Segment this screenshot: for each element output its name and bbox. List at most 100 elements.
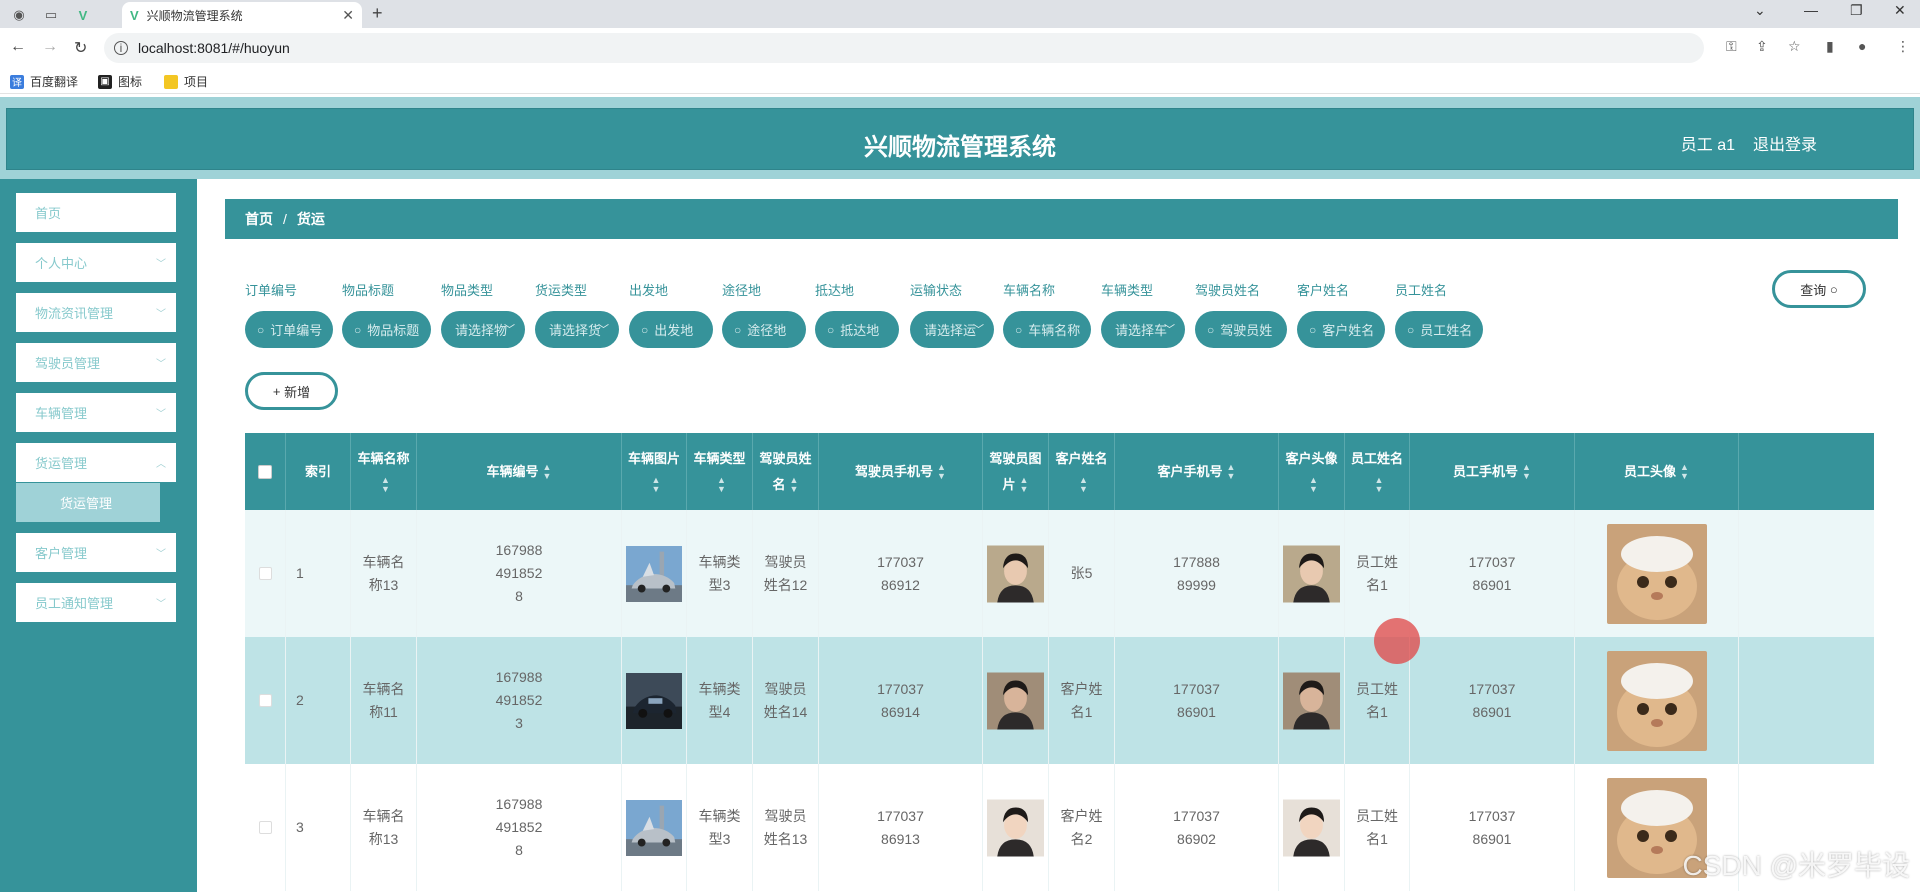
column-header[interactable]: 客户头像 ▲ ▼ — [1279, 433, 1345, 510]
sidebar-item-freight[interactable]: 货运管理 ︿ — [16, 443, 176, 482]
sidebar-subitem-freight[interactable]: 货运管理 — [16, 483, 160, 522]
filter-select[interactable]: 请选择运 ﹀ — [910, 311, 994, 348]
key-icon[interactable]: ⚿ — [1726, 38, 1737, 55]
column-header[interactable]: 车辆图片 ▲ ▼ — [622, 433, 687, 510]
sort-icon[interactable]: ▲ ▼ — [1680, 463, 1689, 481]
sort-icon[interactable]: ▲ ▼ — [1227, 463, 1236, 481]
column-header[interactable]: 车辆名称 ▲ ▼ — [351, 433, 417, 510]
globe-icon[interactable]: ◉ — [4, 4, 34, 26]
thumbnail-image[interactable] — [1283, 524, 1340, 624]
table-row[interactable]: 2 车辆名称11 1679884918523 车辆类型4 驾驶员姓名14 17703786… — [245, 637, 1874, 764]
column-header[interactable]: 驾驶员手机号 ▲ ▼ — [819, 433, 983, 510]
filter-input[interactable]: ○ 驾驶员姓 — [1195, 311, 1287, 348]
sort-icon[interactable]: ▲ ▼ — [381, 476, 390, 494]
share-icon[interactable]: ⇪ — [1756, 38, 1768, 55]
breadcrumb-home[interactable]: 首页 — [245, 209, 273, 229]
filter-input[interactable]: ○ 车辆名称 — [1003, 311, 1091, 348]
column-header[interactable]: 车辆类型 ▲ ▼ — [687, 433, 753, 510]
bookmark-item[interactable]: ▣ 图标 — [98, 73, 142, 90]
bookmark-item[interactable]: 译 百度翻译 — [10, 73, 78, 90]
sort-icon[interactable]: ▲ ▼ — [1079, 476, 1088, 494]
column-header[interactable]: 客户手机号 ▲ ▼ — [1115, 433, 1279, 510]
info-icon[interactable]: i — [114, 41, 128, 55]
sidebar-item-customers[interactable]: 客户管理 ﹀ — [16, 533, 176, 572]
logout-button[interactable]: 退出登录 — [1753, 131, 1817, 155]
select-all-checkbox[interactable] — [258, 464, 272, 479]
column-header[interactable]: 驾驶员姓名 ▲ ▼ — [753, 433, 819, 510]
sort-icon[interactable]: ▲ ▼ — [1375, 476, 1384, 494]
sort-icon[interactable]: ▲ ▼ — [790, 476, 799, 494]
window-close-icon[interactable]: ✕ — [1894, 2, 1906, 19]
sidepanel-icon[interactable]: ▮ — [1826, 38, 1834, 55]
column-header[interactable]: 客户姓名 ▲ ▼ — [1049, 433, 1115, 510]
sort-icon[interactable]: ▲ ▼ — [1309, 476, 1318, 494]
sidebar-item-home[interactable]: 首页 — [16, 193, 176, 232]
minimize-icon[interactable]: — — [1804, 2, 1818, 18]
star-icon[interactable]: ☆ — [1788, 38, 1801, 55]
sidebar-item-staff-notices[interactable]: 员工通知管理 ﹀ — [16, 583, 176, 622]
sort-icon[interactable]: ▲ ▼ — [717, 476, 726, 494]
column-header[interactable]: 索引 — [286, 433, 351, 510]
filter-input[interactable]: ○ 订单编号 — [245, 311, 333, 348]
sidebar-item-drivers[interactable]: 驾驶员管理 ﹀ — [16, 343, 176, 382]
thumbnail-image[interactable] — [1606, 650, 1707, 751]
filter-input[interactable]: ○ 出发地 — [629, 311, 713, 348]
menu-icon[interactable]: ⋮ — [1896, 38, 1910, 55]
thumbnail-image[interactable] — [1283, 651, 1340, 751]
profile-icon[interactable]: ● — [1858, 38, 1866, 54]
filter-select[interactable]: 请选择车 ﹀ — [1101, 311, 1185, 348]
vue-logo-icon: V — [130, 7, 139, 23]
thumbnail-image[interactable] — [987, 651, 1044, 751]
table-cell: 17703786914 — [819, 637, 983, 764]
filter-input[interactable]: ○ 物品标题 — [342, 311, 431, 348]
sort-icon[interactable]: ▲ ▼ — [1020, 476, 1029, 494]
filter-input[interactable]: ○ 抵达地 — [815, 311, 899, 348]
sort-icon[interactable]: ▲ ▼ — [937, 463, 946, 481]
column-header[interactable]: 员工手机号 ▲ ▼ — [1410, 433, 1575, 510]
sort-icon[interactable]: ▲ ▼ — [652, 476, 661, 494]
reload-icon[interactable]: ↻ — [74, 38, 87, 58]
query-button[interactable]: 查询 ○ — [1772, 270, 1866, 308]
filter-input[interactable]: ○ 员工姓名 — [1395, 311, 1483, 348]
thumbnail-image[interactable] — [1283, 778, 1340, 878]
thumbnail-image[interactable] — [1606, 523, 1707, 624]
browser-tab-active[interactable]: V 兴顺物流管理系统 ✕ — [122, 2, 362, 28]
column-header[interactable]: 驾驶员图片 ▲ ▼ — [983, 433, 1049, 510]
restore-icon[interactable]: ❐ — [1850, 2, 1863, 19]
thumbnail-image[interactable] — [626, 524, 682, 624]
blank-tab-icon[interactable]: ▭ — [36, 4, 66, 26]
column-header[interactable]: 车辆编号 ▲ ▼ — [417, 433, 622, 510]
current-user[interactable]: 员工 a1 — [1681, 131, 1735, 155]
forward-icon[interactable]: → — [42, 38, 58, 56]
sort-icon[interactable]: ▲ ▼ — [543, 463, 552, 481]
thumbnail-image[interactable] — [626, 651, 682, 751]
thumbnail-image[interactable] — [987, 778, 1044, 878]
column-header[interactable]: 员工头像 ▲ ▼ — [1575, 433, 1739, 510]
row-checkbox[interactable] — [258, 567, 272, 580]
new-tab-icon[interactable]: + — [372, 3, 383, 24]
thumbnail-image[interactable] — [626, 778, 682, 878]
filter-select[interactable]: 请选择物 ﹀ — [441, 311, 525, 348]
thumbnail-image[interactable] — [987, 524, 1044, 624]
filter-select[interactable]: 请选择货 ﹀ — [535, 311, 619, 348]
search-icon: ○ — [734, 322, 742, 337]
url-bar[interactable]: i localhost:8081/#/huoyun — [104, 33, 1704, 63]
bookmark-item[interactable]: 项目 — [164, 73, 208, 90]
back-icon[interactable]: ← — [10, 38, 26, 56]
add-button[interactable]: + 新增 — [245, 372, 338, 410]
vue-tab-icon[interactable]: V — [68, 4, 98, 26]
sort-icon[interactable]: ▲ ▼ — [1522, 463, 1531, 481]
close-icon[interactable]: ✕ — [342, 7, 354, 24]
column-header[interactable]: 员工姓名 ▲ ▼ — [1345, 433, 1410, 510]
table-row[interactable]: 3 车辆名称13 1679884918528 车辆类型3 驾驶员姓名13 17703786… — [245, 764, 1874, 891]
table-row[interactable]: 1 车辆名称13 1679884918528 车辆类型3 驾驶员姓名12 17703786… — [245, 510, 1874, 637]
sidebar-item-profile[interactable]: 个人中心 ﹀ — [16, 243, 176, 282]
row-checkbox[interactable] — [258, 694, 272, 707]
app-top-band: 兴顺物流管理系统 员工 a1 退出登录 — [0, 97, 1920, 179]
sidebar-item-vehicles[interactable]: 车辆管理 ﹀ — [16, 393, 176, 432]
row-checkbox[interactable] — [258, 821, 272, 834]
filter-input[interactable]: ○ 客户姓名 — [1297, 311, 1385, 348]
filter-input[interactable]: ○ 途径地 — [722, 311, 806, 348]
chevron-down-icon[interactable]: ⌄ — [1754, 2, 1766, 19]
sidebar-item-news[interactable]: 物流资讯管理 ﹀ — [16, 293, 176, 332]
